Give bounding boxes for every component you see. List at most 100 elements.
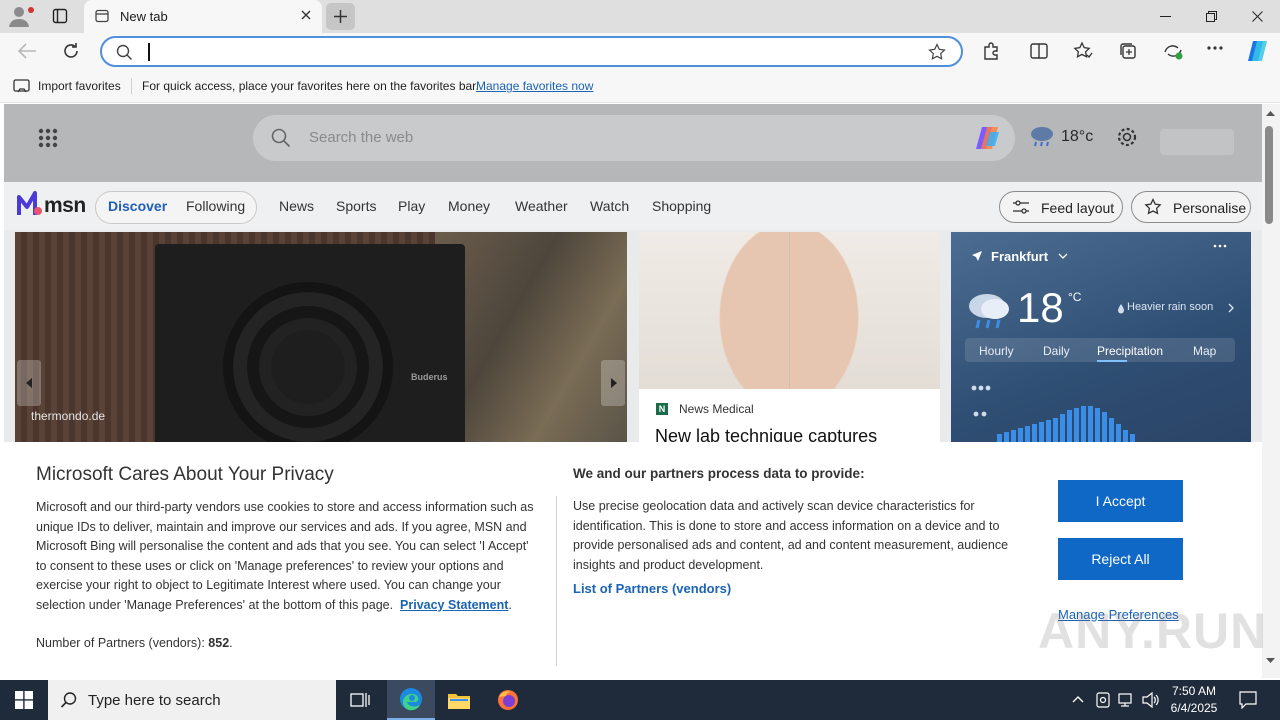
- nav-watch[interactable]: Watch: [590, 198, 629, 214]
- partners-label: Number of Partners (vendors):: [36, 636, 205, 650]
- profile-button[interactable]: [8, 4, 36, 28]
- favorites-icon[interactable]: [1073, 41, 1093, 61]
- start-button[interactable]: [0, 680, 48, 720]
- weather-alert[interactable]: Heavier rain soon: [1127, 301, 1213, 313]
- split-screen-icon[interactable]: [1029, 41, 1049, 61]
- chevron-down-icon[interactable]: [1058, 253, 1068, 260]
- import-favorites-button[interactable]: Import favorites: [38, 79, 121, 93]
- raindrop-icon: [1118, 304, 1124, 314]
- hero-source[interactable]: thermondo.de: [31, 409, 105, 423]
- news-card[interactable]: N News Medical New lab technique capture…: [639, 232, 940, 442]
- msn-nav: msn Discover Following News Sports Play …: [4, 182, 1262, 230]
- refresh-button[interactable]: [61, 41, 81, 61]
- tab-daily[interactable]: Daily: [1043, 344, 1070, 358]
- news-card-image-divider: [789, 232, 790, 389]
- nav-play[interactable]: Play: [398, 198, 425, 214]
- data-purposes-body: Use precise geolocation data and activel…: [573, 499, 1009, 572]
- web-search-placeholder[interactable]: Search the web: [309, 129, 413, 146]
- page-scrollbar[interactable]: [1262, 104, 1280, 678]
- collections-icon[interactable]: [1118, 41, 1138, 61]
- privacy-title: Microsoft Cares About Your Privacy: [36, 464, 334, 485]
- taskbar-file-explorer[interactable]: [435, 680, 483, 720]
- clock-time[interactable]: 7:50 AM: [1164, 684, 1224, 698]
- precipitation-bar: [1060, 414, 1065, 442]
- weather-more-icon[interactable]: [1213, 244, 1227, 248]
- restore-button[interactable]: [1188, 0, 1234, 32]
- tab-hourly[interactable]: Hourly: [979, 344, 1014, 358]
- text-caret: [148, 43, 150, 61]
- tab-new-tab[interactable]: New tab: [84, 0, 322, 33]
- precipitation-chart: [997, 400, 1237, 442]
- taskbar-firefox[interactable]: [484, 680, 532, 720]
- meet-now-icon[interactable]: [1096, 692, 1110, 708]
- partners-list-link[interactable]: List of Partners (vendors): [573, 581, 731, 596]
- browser-essentials-icon[interactable]: [1162, 41, 1184, 61]
- scrollbar-thumb[interactable]: [1265, 126, 1273, 224]
- precipitation-bar: [1025, 426, 1030, 442]
- favorite-star-icon[interactable]: [928, 43, 946, 61]
- extensions-icon[interactable]: [981, 41, 1001, 61]
- scroll-down-icon[interactable]: [1266, 658, 1275, 664]
- msn-logo-text[interactable]: msn: [44, 194, 86, 218]
- copilot-icon[interactable]: [1245, 39, 1271, 63]
- network-icon[interactable]: [1118, 692, 1136, 708]
- personalise-button[interactable]: Personalise: [1131, 191, 1251, 223]
- partners-count-row: Number of Partners (vendors): 852.: [36, 636, 233, 650]
- hero-image-heat-pump: Buderus: [155, 244, 465, 442]
- privacy-statement-link[interactable]: Privacy Statement: [400, 598, 508, 612]
- close-window-button[interactable]: [1234, 0, 1280, 32]
- taskbar-search-box[interactable]: Type here to search: [48, 680, 336, 720]
- sign-in-button[interactable]: [1160, 129, 1234, 155]
- tab-actions-button[interactable]: [46, 5, 74, 27]
- feed-layout-button[interactable]: Feed layout: [999, 191, 1123, 223]
- weather-location[interactable]: Frankfurt: [991, 249, 1048, 264]
- edge-icon: [400, 688, 422, 711]
- nav-shopping[interactable]: Shopping: [652, 198, 711, 214]
- notifications-icon[interactable]: [1239, 691, 1257, 709]
- precipitation-scale-icon: [971, 385, 991, 417]
- accept-button[interactable]: I Accept: [1058, 480, 1183, 522]
- tab-precipitation[interactable]: Precipitation: [1097, 344, 1163, 358]
- tab-map[interactable]: Map: [1193, 344, 1216, 358]
- hero-carousel-card[interactable]: Buderus thermondo.de: [15, 232, 627, 442]
- nav-sports[interactable]: Sports: [336, 198, 376, 214]
- news-card-title[interactable]: New lab technique captures: [655, 426, 877, 442]
- gear-icon[interactable]: [1116, 126, 1138, 148]
- tab-following[interactable]: Following: [186, 198, 245, 214]
- nav-money[interactable]: Money: [448, 198, 490, 214]
- copilot-search-icon[interactable]: [973, 124, 1003, 152]
- news-card-source[interactable]: News Medical: [679, 402, 754, 416]
- close-tab-icon[interactable]: [300, 9, 312, 21]
- precipitation-bar: [1081, 406, 1086, 442]
- header-weather-temp[interactable]: 18°c: [1061, 128, 1093, 146]
- volume-icon[interactable]: [1142, 692, 1160, 708]
- show-hidden-icons-icon[interactable]: [1072, 695, 1084, 703]
- nav-news[interactable]: News: [279, 198, 314, 214]
- tab-discover[interactable]: Discover: [108, 198, 167, 214]
- task-view-button[interactable]: [336, 680, 384, 720]
- taskbar-search-placeholder[interactable]: Type here to search: [88, 692, 221, 709]
- scroll-up-icon[interactable]: [1266, 110, 1275, 116]
- taskbar-edge-app[interactable]: [387, 680, 435, 720]
- nav-weather[interactable]: Weather: [515, 198, 568, 214]
- clock-date[interactable]: 6/4/2025: [1164, 701, 1224, 715]
- weather-rain-icon[interactable]: [1028, 125, 1056, 147]
- settings-more-icon[interactable]: [1206, 45, 1224, 51]
- heat-pump-fan: [223, 282, 393, 442]
- web-search-box[interactable]: Search the web: [253, 115, 1015, 161]
- chevron-right-icon[interactable]: [1228, 303, 1235, 313]
- precipitation-bar: [1088, 406, 1093, 442]
- windows-taskbar: Type here to search 7:50 AM 6/4/2025: [0, 680, 1280, 720]
- reject-all-button[interactable]: Reject All: [1058, 538, 1183, 580]
- carousel-prev-button[interactable]: [17, 360, 41, 406]
- minimize-button[interactable]: [1142, 0, 1188, 32]
- new-tab-button[interactable]: [326, 3, 355, 30]
- import-favorites-icon[interactable]: [13, 78, 31, 94]
- apps-grid-icon[interactable]: [38, 128, 58, 148]
- back-button[interactable]: [16, 41, 38, 61]
- msn-logo-icon[interactable]: [16, 191, 44, 217]
- carousel-next-button[interactable]: [601, 360, 625, 406]
- manage-favorites-link[interactable]: Manage favorites now: [476, 79, 593, 93]
- weather-card[interactable]: Frankfurt 18 °C Heavier rain soon Hourly…: [951, 232, 1251, 442]
- address-bar[interactable]: [100, 36, 963, 67]
